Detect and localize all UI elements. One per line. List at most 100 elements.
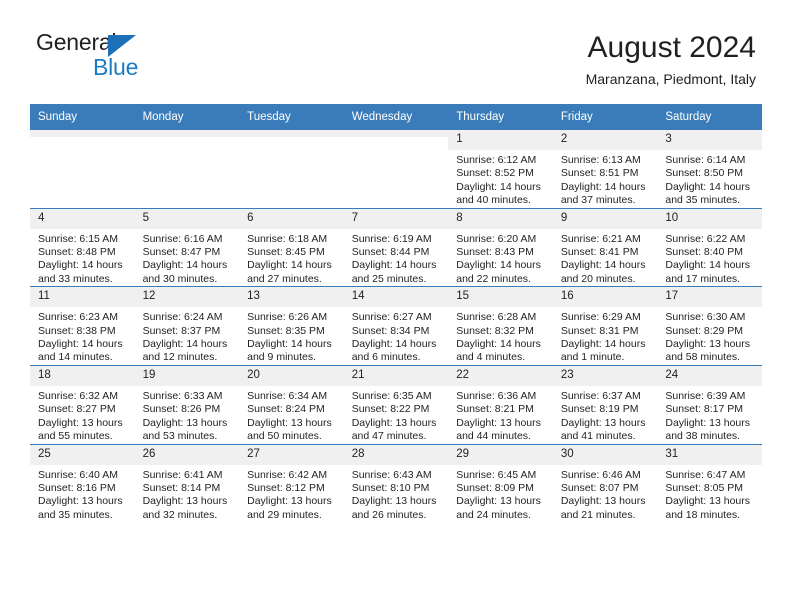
calendar-day-cell[interactable]: 16 Sunrise: 6:29 AM Sunset: 8:31 PM Dayligh…	[552, 286, 658, 366]
day-number: 3	[657, 130, 762, 150]
day-sun-info: Sunrise: 6:12 AM Sunset: 8:52 PM Daylight:…	[448, 150, 553, 208]
daylight-text: Daylight: 14 hours and 35 minutes.	[665, 180, 751, 207]
daylight-text: Daylight: 13 hours and 35 minutes.	[38, 495, 123, 521]
calendar-day-cell[interactable]: 4 Sunrise: 6:15 AM Sunset: 8:48 PM Daylight…	[30, 207, 135, 287]
calendar-day-cell[interactable]: 14 Sunrise: 6:27 AM Sunset: 8:34 PM Dayligh…	[343, 286, 449, 366]
sunrise-text: Sunrise: 6:43 AM	[351, 468, 432, 481]
calendar-day-cell[interactable]: 10 Sunrise: 6:22 AM Sunset: 8:40 PM Dayligh…	[657, 207, 762, 287]
day-number	[134, 130, 240, 137]
calendar-day-cell[interactable]: 18 Sunrise: 6:32 AM Sunset: 8:27 PM Dayligh…	[30, 364, 135, 444]
sunrise-text: Sunrise: 6:21 AM	[560, 232, 641, 245]
calendar-day-cell[interactable]: 3 Sunrise: 6:14 AM Sunset: 8:50 PM Daylight…	[657, 129, 762, 209]
sunset-text: Sunset: 8:32 PM	[456, 324, 534, 337]
calendar-day-cell[interactable]: 7 Sunrise: 6:19 AM Sunset: 8:44 PM Daylight…	[343, 207, 449, 287]
calendar-day-cell[interactable]: 13 Sunrise: 6:26 AM Sunset: 8:35 PM Dayligh…	[239, 286, 344, 366]
calendar-day-cell[interactable]: 31 Sunrise: 6:47 AM Sunset: 8:05 PM Dayligh…	[657, 443, 762, 523]
calendar-day-cell[interactable]: 21 Sunrise: 6:35 AM Sunset: 8:22 PM Dayligh…	[343, 364, 449, 444]
calendar-day-cell[interactable]: 23 Sunrise: 6:37 AM Sunset: 8:19 PM Dayligh…	[552, 364, 658, 444]
calendar-day-cell[interactable]: 28 Sunrise: 6:43 AM Sunset: 8:10 PM Dayligh…	[343, 443, 449, 523]
sunset-text: Sunset: 8:45 PM	[247, 246, 325, 259]
page-header: General Blue August 2024 Maranzana, Pied…	[0, 28, 792, 98]
sunrise-text: Sunrise: 6:26 AM	[247, 311, 328, 324]
sunrise-text: Sunrise: 6:42 AM	[247, 468, 328, 481]
sunrise-text: Sunrise: 6:35 AM	[351, 389, 432, 402]
calendar-day-cell[interactable]: 26 Sunrise: 6:41 AM Sunset: 8:14 PM Dayligh…	[134, 443, 240, 523]
sunrise-text: Sunrise: 6:39 AM	[665, 389, 746, 402]
daylight-text: Daylight: 13 hours and 32 minutes.	[142, 495, 228, 521]
day-number: 27	[239, 444, 344, 465]
page-title: August 2024	[587, 31, 756, 64]
sunset-text: Sunset: 8:37 PM	[142, 324, 221, 337]
title-block: August 2024 Maranzana, Piedmont, Italy	[586, 28, 756, 90]
calendar-day-cell[interactable]: 11 Sunrise: 6:23 AM Sunset: 8:38 PM Dayligh…	[30, 286, 135, 366]
day-sun-info: Sunrise: 6:19 AM Sunset: 8:44 PM Daylight:…	[344, 229, 449, 287]
logo-text-blue: Blue	[93, 54, 139, 80]
daylight-text: Daylight: 13 hours and 58 minutes.	[665, 338, 751, 364]
calendar-day-cell[interactable]: 30 Sunrise: 6:46 AM Sunset: 8:07 PM Dayligh…	[552, 443, 658, 523]
daylight-text: Daylight: 13 hours and 24 minutes.	[456, 495, 541, 521]
calendar-day-cell[interactable]: 24 Sunrise: 6:39 AM Sunset: 8:17 PM Dayligh…	[657, 364, 762, 444]
day-sun-info: Sunrise: 6:24 AM Sunset: 8:37 PM Daylight:…	[135, 307, 240, 365]
daylight-text: Daylight: 13 hours and 44 minutes.	[456, 416, 541, 443]
logo-text-general: General	[36, 29, 117, 55]
daylight-text: Daylight: 14 hours and 20 minutes.	[560, 259, 646, 285]
weekday-header-thursday: Thursday	[448, 104, 553, 130]
sunset-text: Sunset: 8:21 PM	[456, 403, 534, 416]
calendar-day-cell[interactable]: 1 Sunrise: 6:12 AM Sunset: 8:52 PM Daylight…	[448, 129, 553, 209]
day-sun-info: Sunrise: 6:46 AM Sunset: 8:07 PM Daylight:…	[553, 465, 658, 523]
day-sun-info: Sunrise: 6:28 AM Sunset: 8:32 PM Daylight:…	[448, 307, 553, 365]
calendar-header-row: Sunday Monday Tuesday Wednesday Thursday Frid…	[30, 104, 762, 130]
calendar-day-cell[interactable]: 20 Sunrise: 6:34 AM Sunset: 8:24 PM Dayligh…	[239, 364, 344, 444]
weekday-header-saturday: Saturday	[657, 104, 762, 130]
calendar-day-cell[interactable]: 17 Sunrise: 6:30 AM Sunset: 8:29 PM Dayligh…	[657, 286, 762, 366]
calendar-day-cell[interactable]: 6 Sunrise: 6:18 AM Sunset: 8:45 PM Daylight…	[239, 207, 344, 287]
daylight-text: Daylight: 14 hours and 12 minutes.	[142, 338, 228, 364]
day-sun-info: Sunrise: 6:20 AM Sunset: 8:43 PM Daylight:…	[448, 229, 553, 287]
sunrise-text: Sunrise: 6:12 AM	[456, 154, 537, 166]
sunset-text: Sunset: 8:22 PM	[351, 403, 430, 416]
daylight-text: Daylight: 14 hours and 17 minutes.	[665, 259, 751, 285]
sunrise-text: Sunrise: 6:24 AM	[142, 311, 223, 324]
calendar-day-cell[interactable]: 22 Sunrise: 6:36 AM Sunset: 8:21 PM Dayligh…	[448, 364, 553, 444]
day-number: 17	[657, 287, 762, 308]
sunset-text: Sunset: 8:38 PM	[38, 324, 116, 337]
day-sun-info: Sunrise: 6:40 AM Sunset: 8:16 PM Daylight:…	[30, 465, 135, 523]
sunrise-text: Sunrise: 6:18 AM	[247, 232, 328, 245]
calendar-day-cell[interactable]: 12 Sunrise: 6:24 AM Sunset: 8:37 PM Dayligh…	[134, 286, 240, 366]
calendar-week-row: 25 Sunrise: 6:40 AM Sunset: 8:16 PM Dayligh…	[30, 443, 762, 523]
day-number: 24	[657, 365, 762, 386]
daylight-text: Daylight: 13 hours and 18 minutes.	[665, 495, 751, 521]
calendar-grid: Sunday Monday Tuesday Wednesday Thursday Frid…	[30, 104, 762, 523]
day-number: 29	[448, 444, 553, 465]
daylight-text: Daylight: 14 hours and 27 minutes.	[247, 259, 332, 285]
sunrise-text: Sunrise: 6:14 AM	[665, 154, 746, 166]
calendar-day-cell[interactable]: 9 Sunrise: 6:21 AM Sunset: 8:41 PM Daylight…	[552, 207, 658, 287]
sunrise-text: Sunrise: 6:13 AM	[560, 154, 641, 166]
calendar-day-cell[interactable]: 25 Sunrise: 6:40 AM Sunset: 8:16 PM Dayligh…	[30, 443, 135, 523]
day-sun-info: Sunrise: 6:21 AM Sunset: 8:41 PM Daylight:…	[553, 229, 658, 287]
calendar-day-cell-empty	[134, 129, 240, 209]
calendar-day-cell[interactable]: 29 Sunrise: 6:45 AM Sunset: 8:09 PM Dayligh…	[448, 443, 553, 523]
calendar-day-cell-empty	[239, 129, 344, 209]
calendar-day-cell[interactable]: 15 Sunrise: 6:28 AM Sunset: 8:32 PM Dayligh…	[448, 286, 553, 366]
sunset-text: Sunset: 8:27 PM	[38, 403, 116, 416]
day-sun-info: Sunrise: 6:13 AM Sunset: 8:51 PM Daylight:…	[553, 150, 658, 208]
sunset-text: Sunset: 8:10 PM	[351, 481, 430, 494]
calendar-day-cell[interactable]: 19 Sunrise: 6:33 AM Sunset: 8:26 PM Dayligh…	[134, 364, 240, 444]
calendar-day-cell[interactable]: 2 Sunrise: 6:13 AM Sunset: 8:51 PM Daylight…	[552, 129, 658, 209]
sunset-text: Sunset: 8:24 PM	[247, 403, 325, 416]
calendar-day-cell[interactable]: 27 Sunrise: 6:42 AM Sunset: 8:12 PM Dayligh…	[239, 443, 344, 523]
general-blue-logo[interactable]: General Blue	[36, 28, 156, 84]
calendar-day-cell[interactable]: 5 Sunrise: 6:16 AM Sunset: 8:47 PM Daylight…	[134, 207, 240, 287]
calendar-day-cell-empty	[343, 129, 449, 209]
sunrise-text: Sunrise: 6:19 AM	[351, 232, 432, 245]
sunset-text: Sunset: 8:52 PM	[456, 167, 534, 180]
sunset-text: Sunset: 8:12 PM	[247, 481, 325, 494]
daylight-text: Daylight: 14 hours and 6 minutes.	[351, 338, 437, 364]
sunset-text: Sunset: 8:48 PM	[38, 246, 116, 259]
daylight-text: Daylight: 14 hours and 4 minutes.	[456, 338, 541, 364]
sunset-text: Sunset: 8:17 PM	[665, 403, 744, 416]
calendar-day-cell[interactable]: 8 Sunrise: 6:20 AM Sunset: 8:43 PM Daylight…	[448, 207, 553, 287]
daylight-text: Daylight: 13 hours and 41 minutes.	[560, 416, 646, 443]
day-sun-info: Sunrise: 6:47 AM Sunset: 8:05 PM Daylight:…	[657, 465, 762, 523]
